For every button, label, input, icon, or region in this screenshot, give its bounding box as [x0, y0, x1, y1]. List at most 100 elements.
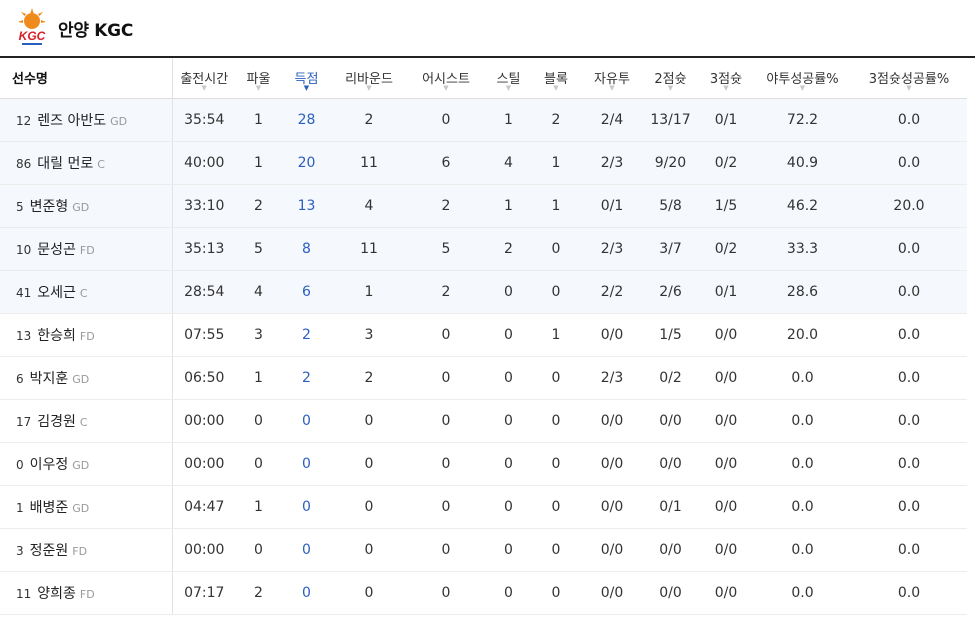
stat-cell-min: 00:00: [172, 528, 236, 572]
stat-cell-fg3: 0/0: [698, 399, 754, 443]
table-row[interactable]: 11 양희종 FD 07:17 2 0 0 0 0 0 0/0 0/0 0/0 0.0 0.0: [0, 571, 967, 615]
stat-cell-fg3pct: 0.0: [851, 313, 967, 357]
stat-cell-pf: 1: [236, 98, 281, 142]
stat-cell-pf: 2: [236, 184, 281, 228]
column-header-min[interactable]: 출전시간 ▼: [172, 58, 236, 99]
stat-cell-stl: 0: [486, 356, 531, 400]
stat-cell-fg3: 0/0: [698, 571, 754, 615]
stat-cell-fg3: 1/5: [698, 184, 754, 228]
player-name[interactable]: 대릴 먼로: [37, 156, 93, 172]
player-position: FD: [79, 243, 95, 257]
player-cell: 5 변준형 GD: [0, 184, 173, 228]
stat-cell-fg3: 0/1: [698, 98, 754, 142]
column-header-pf[interactable]: 파울 ▼: [236, 58, 281, 99]
stat-cell-stl: 1: [486, 98, 531, 142]
column-header-fg2[interactable]: 2점슛 ▼: [643, 58, 698, 99]
stat-cell-ft: 2/3: [581, 141, 643, 185]
column-header-fg3pct[interactable]: 3점슛성공률% ▼: [851, 58, 967, 99]
column-header-pts[interactable]: 득점 ▼: [281, 58, 332, 99]
player-name[interactable]: 정준원: [30, 543, 69, 559]
player-name[interactable]: 오세근: [37, 285, 76, 301]
stat-cell-blk: 2: [531, 98, 581, 142]
player-number: 11: [16, 586, 32, 601]
player-number: 6: [16, 371, 24, 386]
player-name[interactable]: 변준형: [30, 199, 69, 215]
player-number: 86: [16, 156, 32, 171]
stat-cell-pts: 0: [281, 399, 332, 443]
stat-cell-ast: 6: [406, 141, 486, 185]
stat-cell-blk: 1: [531, 184, 581, 228]
stat-cell-fg2: 3/7: [643, 227, 698, 271]
stat-cell-min: 07:17: [172, 571, 236, 615]
player-cell: 86 대릴 먼로 C: [0, 141, 173, 185]
player-number: 0: [16, 457, 24, 472]
stat-cell-ast: 2: [406, 270, 486, 314]
table-row[interactable]: 86 대릴 먼로 C 40:00 1 20 11 6 4 1 2/3 9/20 0/2 40.9 0.0: [0, 141, 967, 185]
column-header-player[interactable]: 선수명: [0, 58, 173, 99]
stat-cell-pts: 2: [281, 356, 332, 400]
table-row[interactable]: 12 렌즈 아반도 GD 35:54 1 28 2 0 1 2 2/4 13/17 0/1 72.2 0.0: [0, 98, 967, 142]
stat-cell-fgpct: 33.3: [754, 227, 851, 271]
table-row[interactable]: 17 김경원 C 00:00 0 0 0 0 0 0 0/0 0/0 0/0 0.0 0.0: [0, 399, 967, 443]
sort-caret-icon: ▼: [723, 83, 729, 92]
table-row[interactable]: 3 정준원 FD 00:00 0 0 0 0 0 0 0/0 0/0 0/0 0.0 0.0: [0, 528, 967, 572]
stat-cell-ft: 2/3: [581, 356, 643, 400]
stat-cell-fg3: 0/0: [698, 485, 754, 529]
player-name[interactable]: 양희종: [37, 586, 76, 602]
stat-cell-pts: 20: [281, 141, 332, 185]
player-name[interactable]: 박지훈: [30, 371, 69, 387]
player-position: GD: [110, 114, 128, 128]
stat-cell-stl: 0: [486, 485, 531, 529]
column-header-label: 선수명: [12, 72, 48, 88]
table-row[interactable]: 6 박지훈 GD 06:50 1 2 2 0 0 0 2/3 0/2 0/0 0.0 0.0: [0, 356, 967, 400]
table-row[interactable]: 41 오세근 C 28:54 4 6 1 2 0 0 2/2 2/6 0/1 28.6 0.0: [0, 270, 967, 314]
stat-cell-stl: 0: [486, 313, 531, 357]
player-name[interactable]: 배병준: [30, 500, 69, 516]
column-header-ast[interactable]: 어시스트 ▼: [406, 58, 486, 99]
stat-cell-fgpct: 0.0: [754, 485, 851, 529]
svg-text:KGC: KGC: [19, 29, 46, 43]
stat-cell-blk: 0: [531, 270, 581, 314]
player-cell: 1 배병준 GD: [0, 485, 173, 529]
column-header-stl[interactable]: 스틸 ▼: [486, 58, 531, 99]
player-name[interactable]: 렌즈 아반도: [37, 113, 106, 129]
column-header-ft[interactable]: 자유투 ▼: [581, 58, 643, 99]
stat-cell-pf: 1: [236, 141, 281, 185]
stat-cell-min: 04:47: [172, 485, 236, 529]
stat-cell-ast: 0: [406, 485, 486, 529]
stat-cell-fg3: 0/0: [698, 356, 754, 400]
team-name: 안양 KGC: [58, 20, 134, 41]
player-name[interactable]: 한승희: [37, 328, 76, 344]
column-header-reb[interactable]: 리바운드 ▼: [332, 58, 406, 99]
table-row[interactable]: 0 이우정 GD 00:00 0 0 0 0 0 0 0/0 0/0 0/0 0.0 0.0: [0, 442, 967, 486]
stat-cell-ft: 0/0: [581, 485, 643, 529]
stat-cell-fg3pct: 0.0: [851, 270, 967, 314]
column-header-fg3[interactable]: 3점슛 ▼: [698, 58, 754, 99]
stat-cell-blk: 0: [531, 227, 581, 271]
stat-cell-fg3pct: 0.0: [851, 399, 967, 443]
player-cell: 6 박지훈 GD: [0, 356, 173, 400]
column-header-blk[interactable]: 블록 ▼: [531, 58, 581, 99]
column-header-fgpct[interactable]: 야투성공률% ▼: [754, 58, 851, 99]
stat-cell-blk: 0: [531, 442, 581, 486]
table-row[interactable]: 1 배병준 GD 04:47 1 0 0 0 0 0 0/0 0/1 0/0 0.0 0.0: [0, 485, 967, 529]
player-name[interactable]: 문성곤: [37, 242, 76, 258]
stat-cell-reb: 0: [332, 442, 406, 486]
team-logo: KGC: [16, 7, 48, 49]
sort-caret-icon: ▼: [201, 83, 207, 92]
stat-cell-reb: 0: [332, 399, 406, 443]
player-name[interactable]: 김경원: [37, 414, 76, 430]
table-body: 12 렌즈 아반도 GD 35:54 1 28 2 0 1 2 2/4 13/17 0/1 72.2 0.0…: [0, 98, 967, 615]
stat-cell-ft: 0/0: [581, 442, 643, 486]
stat-cell-blk: 0: [531, 356, 581, 400]
table-row[interactable]: 10 문성곤 FD 35:13 5 8 11 5 2 0 2/3 3/7 0/2 33.3 0.0: [0, 227, 967, 271]
stat-cell-fg3: 0/0: [698, 313, 754, 357]
table-row[interactable]: 13 한승희 FD 07:55 3 2 3 0 0 1 0/0 1/5 0/0 20.0 0.0: [0, 313, 967, 357]
stat-cell-fg2: 1/5: [643, 313, 698, 357]
stat-cell-fg2: 5/8: [643, 184, 698, 228]
stat-cell-stl: 0: [486, 571, 531, 615]
table-row[interactable]: 5 변준형 GD 33:10 2 13 4 2 1 1 0/1 5/8 1/5 46.2 20.0: [0, 184, 967, 228]
player-cell: 41 오세근 C: [0, 270, 173, 314]
player-name[interactable]: 이우정: [30, 457, 69, 473]
boxscore-table: 선수명 출전시간 ▼ 파울 ▼ 득점 ▼ 리바운드 ▼ 어시스트 ▼ 스틸 ▼ 블록 ▼ 자유투 ▼ 2점슛 ▼ 3점…: [0, 58, 967, 615]
